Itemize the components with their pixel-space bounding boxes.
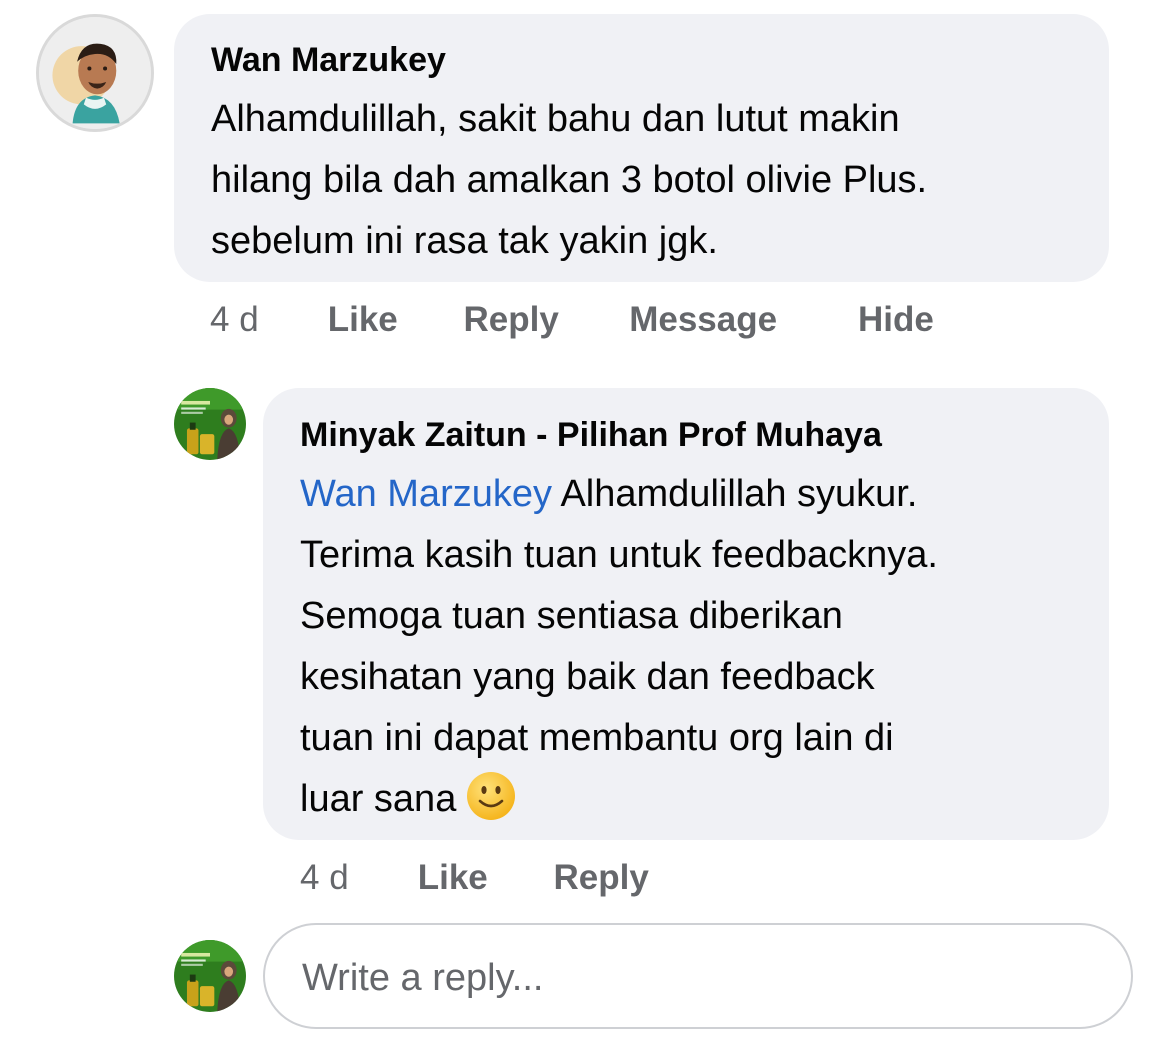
comment-timestamp[interactable]: 4 d [210, 300, 318, 340]
reply-timestamp[interactable]: 4 d [300, 858, 408, 898]
like-button[interactable]: Like [328, 300, 454, 340]
page-avatar[interactable] [174, 388, 246, 460]
commenter-avatar[interactable] [36, 14, 154, 132]
reply-input-placeholder: Write a reply... [302, 957, 544, 999]
reply-actions: 4 d Like Reply [300, 858, 649, 898]
reply-text-line: kesihatan yang baik dan feedback [300, 656, 875, 698]
like-button[interactable]: Like [418, 858, 544, 898]
reply-text-segment: luar sana [300, 778, 457, 820]
comment-bubble: Wan Marzukey Alhamdulillah, sakit bahu d… [174, 14, 1109, 282]
reply-button[interactable]: Reply [463, 300, 619, 340]
reply-input[interactable]: Write a reply... [263, 923, 1133, 1029]
olive-oil-brand-icon [174, 388, 246, 460]
comment-text-line: hilang bila dah amalkan 3 botol olivie P… [211, 159, 928, 201]
comment-text: Alhamdulillah, sakit bahu dan lutut maki… [211, 89, 927, 272]
comment-actions: 4 d Like Reply Message Hide [210, 300, 934, 340]
slightly-smiling-face-icon [466, 771, 516, 821]
man-portrait-icon [39, 17, 151, 129]
reply-button[interactable]: Reply [553, 858, 648, 898]
reply-text-segment: Alhamdulillah syukur. [552, 473, 918, 515]
reply-text-line: Wan Marzukey Alhamdulillah syukur. [300, 464, 938, 525]
comment-text-line: sebelum ini rasa tak yakin jgk. [211, 220, 718, 262]
reply-text-line: tuan ini dapat membantu org lain di [300, 717, 894, 759]
reply-bubble: Minyak Zaitun - Pilihan Prof Muhaya Wan … [263, 388, 1109, 840]
comment-author[interactable]: Wan Marzukey [211, 40, 446, 80]
comment-text-line: Alhamdulillah, sakit bahu dan lutut maki… [211, 98, 900, 140]
composer-avatar [174, 940, 246, 1012]
reply-text: Wan Marzukey Alhamdulillah syukur. Terim… [300, 464, 938, 830]
message-button[interactable]: Message [629, 300, 848, 340]
hide-button[interactable]: Hide [858, 300, 934, 340]
reply-text-line: Semoga tuan sentiasa diberikan [300, 595, 843, 637]
olive-oil-brand-icon [174, 940, 246, 1012]
mention-link[interactable]: Wan Marzukey [300, 473, 552, 515]
reply-author[interactable]: Minyak Zaitun - Pilihan Prof Muhaya [300, 415, 882, 455]
reply-text-line: luar sana [300, 769, 938, 830]
reply-text-line: Terima kasih tuan untuk feedbacknya. [300, 534, 938, 576]
